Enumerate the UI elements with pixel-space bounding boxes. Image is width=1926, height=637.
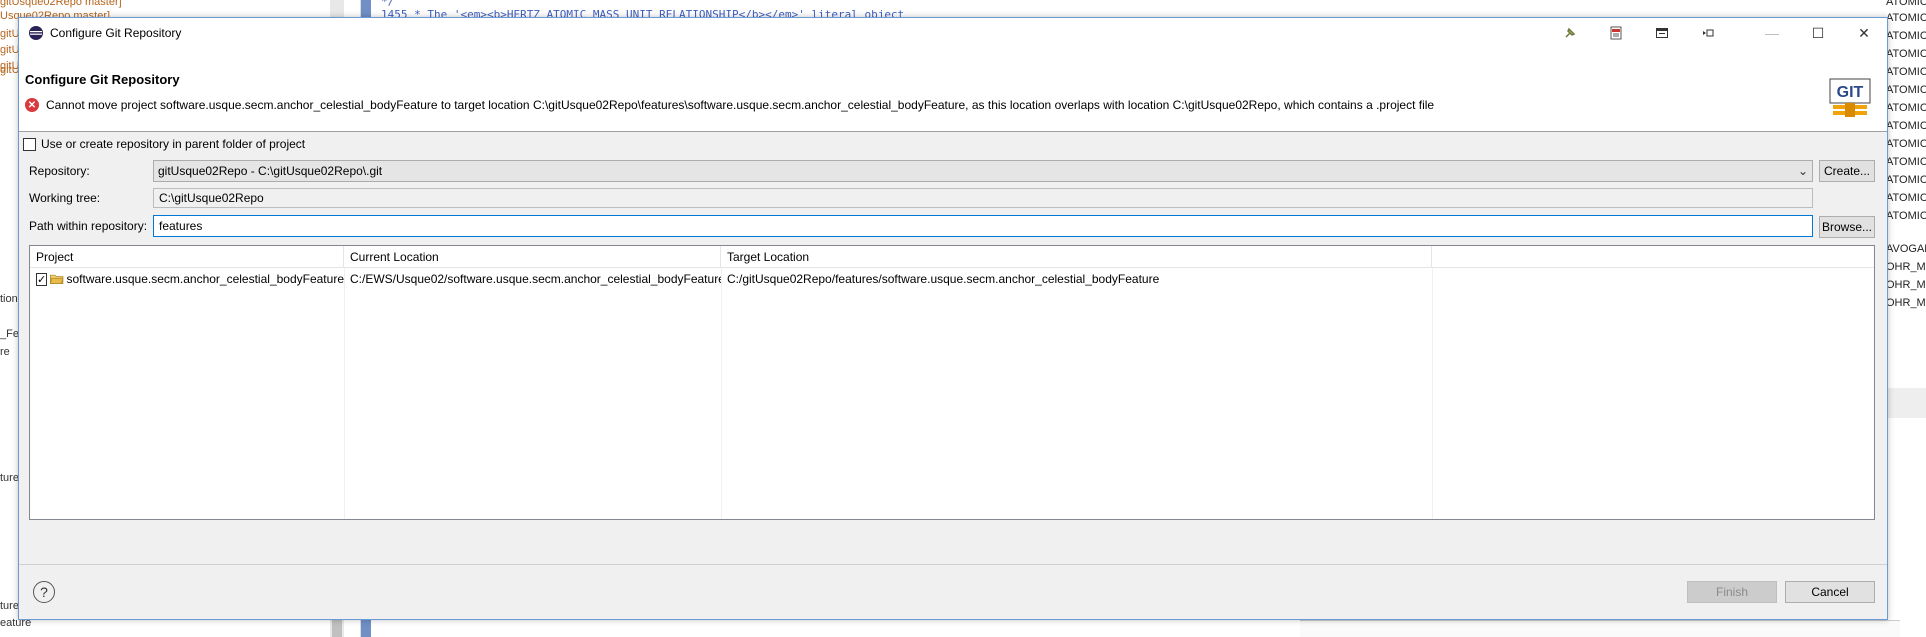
current-location-cell: C:/EWS/Usque02/software.usque.secm.ancho…: [350, 272, 721, 286]
git-logo-icon: GIT: [1829, 78, 1871, 117]
chevron-down-icon[interactable]: ⌄: [1798, 164, 1808, 178]
background-outline-panel: ATOMIC ATOMIC ATOMIC ATOMIC ATOMIC ATOMI…: [1886, 0, 1926, 637]
project-name: software.usque.secm.anchor_celestial_bod…: [66, 272, 345, 286]
help-icon[interactable]: ?: [33, 581, 55, 603]
title-tools: [1561, 24, 1717, 42]
projects-table: Project Current Location Target Location…: [29, 245, 1875, 520]
bg-outline-line: ATOMIC: [1886, 120, 1926, 132]
bg-outline-line: ATOMIC: [1886, 12, 1926, 24]
maximize-button[interactable]: ☐: [1795, 18, 1841, 48]
use-parent-repo-checkbox-row[interactable]: Use or create repository in parent folde…: [23, 137, 305, 151]
bg-outline-line: ATOMIC: [1886, 84, 1926, 96]
target-location-cell: C:/gitUsque02Repo/features/software.usqu…: [727, 272, 1160, 286]
column-header-target-location[interactable]: Target Location: [721, 246, 1432, 268]
bg-outline-line: OHR_M: [1886, 261, 1926, 273]
window-controls: — ☐ ✕: [1749, 18, 1887, 48]
pdf-icon[interactable]: [1607, 24, 1625, 42]
bg-outline-line: ATOMIC: [1886, 138, 1926, 150]
collapse-icon[interactable]: [1699, 24, 1717, 42]
column-header-project[interactable]: Project: [30, 246, 344, 268]
working-tree-field: C:\gitUsque02Repo: [153, 188, 1813, 208]
bg-line: tion: [0, 293, 18, 305]
bg-outline-line: ATOMIC: [1886, 30, 1926, 42]
repository-label: Repository:: [29, 164, 90, 178]
bg-outline-line: ATOMIC: [1886, 0, 1926, 8]
window-icon[interactable]: [1653, 24, 1671, 42]
bg-line: gitUsque02Repo master]: [0, 0, 122, 8]
browse-button[interactable]: Browse...: [1819, 216, 1875, 238]
bg-line: re: [0, 346, 10, 358]
background-panel-bar: [1886, 388, 1926, 418]
minimize-button[interactable]: —: [1749, 18, 1795, 48]
create-repository-button[interactable]: Create...: [1819, 160, 1875, 182]
code-line: */: [381, 0, 395, 8]
repository-select[interactable]: gitUsque02Repo - C:\gitUsque02Repo\.git …: [153, 160, 1813, 182]
bg-outline-line: ATOMIC: [1886, 210, 1926, 222]
page-title: Configure Git Repository: [25, 72, 180, 87]
cancel-button[interactable]: Cancel: [1785, 581, 1875, 603]
bg-line: ture: [0, 472, 19, 484]
bg-outline-line: ATOMIC: [1886, 174, 1926, 186]
error-message: Cannot move project software.usque.secm.…: [46, 98, 1435, 112]
column-divider: [1432, 268, 1433, 519]
bg-outline-line: AVOGAD: [1886, 243, 1926, 255]
working-tree-label: Working tree:: [29, 191, 101, 205]
use-parent-repo-checkbox[interactable]: [23, 137, 36, 151]
dialog-titlebar[interactable]: Configure Git Repository — ☐ ✕: [19, 18, 1887, 48]
configure-git-repository-dialog: Configure Git Repository — ☐ ✕ Configure…: [18, 17, 1888, 620]
project-checkbox[interactable]: ✓: [36, 272, 48, 286]
bg-outline-line: ATOMIC: [1886, 48, 1926, 60]
bg-outline-line: OHR_M: [1886, 279, 1926, 291]
column-divider: [721, 268, 722, 519]
path-within-repository-input[interactable]: features: [153, 215, 1813, 237]
dialog-title: Configure Git Repository: [50, 26, 182, 40]
close-button[interactable]: ✕: [1841, 18, 1887, 48]
background-status-bar: [1300, 620, 1900, 637]
footer-divider: [19, 564, 1887, 565]
eclipse-icon: [29, 26, 43, 40]
bg-outline-line: ATOMIC: [1886, 192, 1926, 204]
error-icon: ✕: [25, 98, 39, 112]
bg-line: gitU: [0, 44, 20, 56]
dialog-header: Configure Git Repository ✕ Cannot move p…: [19, 48, 1887, 132]
column-header-current-location[interactable]: Current Location: [344, 246, 721, 268]
finish-button[interactable]: Finish: [1687, 581, 1777, 603]
table-row[interactable]: ✓ software.usque.secm.anchor_celestial_b…: [30, 268, 1874, 290]
pin-icon[interactable]: [1561, 24, 1579, 42]
project-folder-icon: [50, 274, 64, 284]
bg-line: ture: [0, 600, 19, 612]
repository-select-value: gitUsque02Repo - C:\gitUsque02Repo\.git: [158, 164, 383, 178]
path-within-repository-label: Path within repository:: [29, 219, 148, 233]
bg-outline-line: ATOMIC: [1886, 66, 1926, 78]
bg-outline-line: ATOMIC: [1886, 102, 1926, 114]
bg-line: gitU: [0, 64, 20, 76]
bg-outline-line: ATOMIC: [1886, 156, 1926, 168]
table-header: Project Current Location Target Location: [30, 246, 1874, 268]
use-parent-repo-label: Use or create repository in parent folde…: [41, 137, 306, 151]
bg-outline-line: OHR_M: [1886, 297, 1926, 309]
column-divider: [344, 268, 345, 519]
bg-line: gitU: [0, 28, 20, 40]
error-message-row: ✕ Cannot move project software.usque.sec…: [25, 98, 1434, 112]
project-cell: ✓ software.usque.secm.anchor_celestial_b…: [30, 268, 344, 290]
git-logo-text: GIT: [1837, 84, 1864, 101]
